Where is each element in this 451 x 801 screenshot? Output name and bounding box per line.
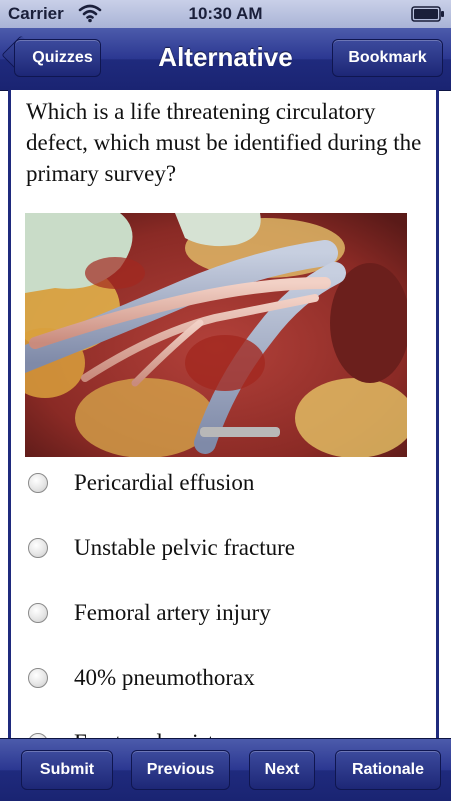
- submit-button[interactable]: Submit: [21, 750, 113, 790]
- answer-option-1[interactable]: Pericardial effusion: [25, 463, 425, 503]
- answer-option-label: 40% pneumothorax: [74, 665, 255, 690]
- answer-option-5[interactable]: Fractured wrist: [25, 723, 425, 738]
- navigation-bar: Quizzes Alternative Bookmark: [0, 28, 451, 91]
- wifi-icon: [78, 4, 102, 23]
- previous-button[interactable]: Previous: [131, 750, 230, 790]
- rationale-label: Rationale: [351, 761, 424, 778]
- rationale-button[interactable]: Rationale: [335, 750, 441, 790]
- answer-option-2[interactable]: Unstable pelvic fracture: [25, 528, 425, 568]
- radio-button[interactable]: [28, 538, 48, 558]
- answer-option-label: Unstable pelvic fracture: [74, 535, 295, 560]
- answer-option-3[interactable]: Femoral artery injury: [25, 593, 425, 633]
- question-content[interactable]: Which is a life threatening circulatory …: [8, 90, 439, 738]
- next-label: Next: [264, 761, 300, 778]
- next-button[interactable]: Next: [249, 750, 315, 790]
- status-time: 10:30 AM: [188, 4, 263, 23]
- submit-label: Submit: [39, 761, 95, 778]
- answer-option-label: Fractured wrist: [74, 730, 214, 738]
- previous-label: Previous: [146, 761, 215, 778]
- radio-button[interactable]: [28, 668, 48, 688]
- answer-option-4[interactable]: 40% pneumothorax: [25, 658, 425, 698]
- surgical-photo: [25, 213, 407, 457]
- answer-option-label: Pericardial effusion: [74, 470, 255, 495]
- question-image: [25, 213, 407, 457]
- question-text: Which is a life threatening circulatory …: [26, 99, 422, 186]
- carrier-label: Carrier: [8, 4, 64, 23]
- radio-button[interactable]: [28, 473, 48, 493]
- battery-icon: [411, 6, 444, 22]
- bookmark-button[interactable]: Bookmark: [332, 39, 443, 77]
- bookmark-label: Bookmark: [348, 49, 427, 66]
- bottom-toolbar: Submit Previous Next Rationale: [0, 738, 451, 801]
- status-bar: Carrier 10:30 AM: [0, 0, 451, 28]
- radio-button[interactable]: [28, 603, 48, 623]
- answer-option-label: Femoral artery injury: [74, 600, 271, 625]
